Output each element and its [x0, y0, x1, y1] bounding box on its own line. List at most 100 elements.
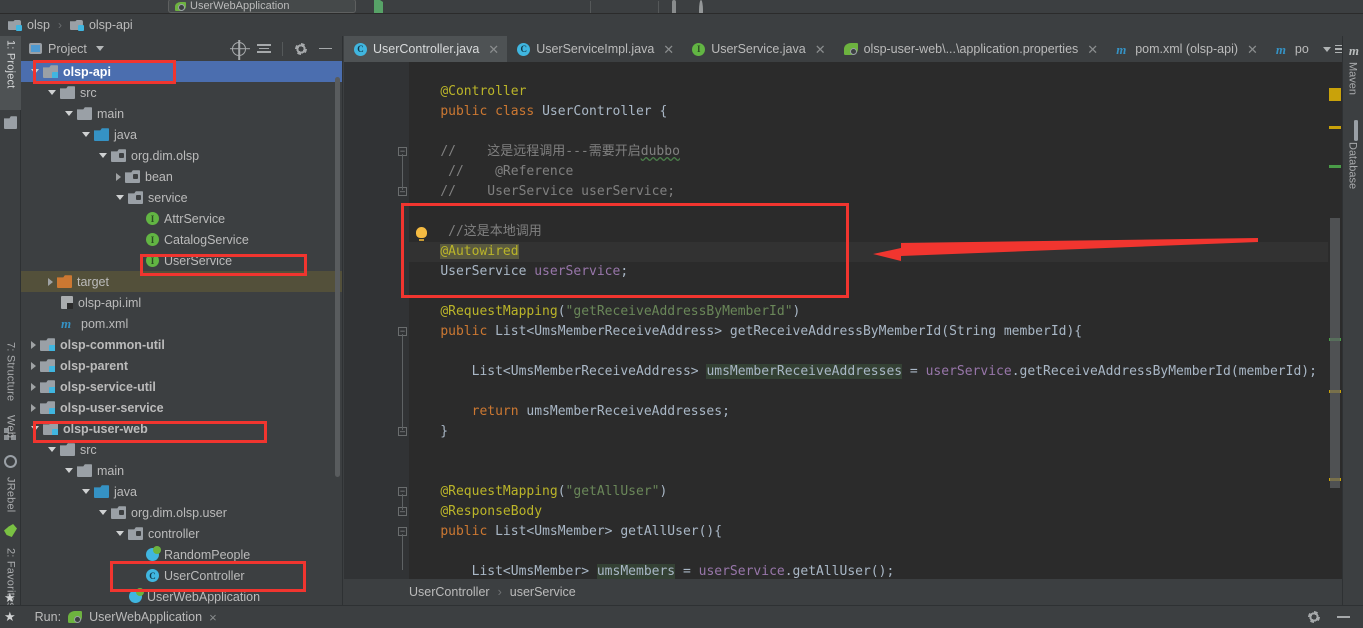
tree-node-olsp-service-util[interactable]: olsp-service-util	[21, 376, 342, 397]
code-line[interactable]: return umsMemberReceiveAddresses;	[409, 402, 730, 422]
tree-node-org-dim-olsp[interactable]: org.dim.olsp	[21, 145, 342, 166]
tree-node-olsp-parent[interactable]: olsp-parent	[21, 355, 342, 376]
expand-toggle-icon[interactable]	[48, 277, 53, 286]
tree-node-catalogservice[interactable]: I CatalogService	[21, 229, 342, 250]
editor-gutter[interactable]	[344, 62, 397, 579]
editor-tab-pom-xml-olsp-api-[interactable]: m pom.xml (olsp-api) ✕	[1106, 36, 1266, 62]
tree-node-pom-xml[interactable]: m pom.xml	[21, 313, 342, 334]
close-tab-icon[interactable]: ✕	[488, 43, 499, 56]
close-tab-icon[interactable]: ✕	[815, 43, 826, 56]
breadcrumb-item-module[interactable]: olsp-api	[70, 18, 133, 32]
sidebar-item-jrebel[interactable]: JRebel	[0, 473, 21, 523]
expand-toggle-icon[interactable]	[31, 382, 36, 391]
attach-debugger-button[interactable]	[482, 2, 496, 13]
expand-toggle-icon[interactable]	[116, 172, 121, 181]
tree-node-randompeople[interactable]: RandomPeople	[21, 544, 342, 565]
stripe-marker-warning[interactable]	[1329, 88, 1341, 101]
code-line[interactable]: List<UmsMember> umsMembers = userService…	[409, 562, 894, 579]
run-config-name[interactable]: UserWebApplication	[89, 610, 202, 624]
expand-toggle-icon[interactable]	[31, 69, 39, 74]
close-tab-icon[interactable]: ✕	[1247, 43, 1258, 56]
debug-button[interactable]	[401, 2, 415, 13]
code-text[interactable]: @Controller public class UserController …	[409, 62, 1342, 579]
tree-node-userwebapplication[interactable]: UserWebApplication	[21, 586, 342, 605]
code-line[interactable]: @RequestMapping("getAllUser")	[409, 482, 667, 502]
update-app-button[interactable]	[509, 2, 523, 13]
code-line[interactable]: @Autowired	[409, 242, 519, 262]
code-line[interactable]: @ResponseBody	[409, 502, 542, 522]
tree-node-attrservice[interactable]: I AttrService	[21, 208, 342, 229]
tree-node-controller[interactable]: controller	[21, 523, 342, 544]
expand-toggle-icon[interactable]	[31, 340, 36, 349]
editor-tab-usercontroller-java[interactable]: C UserController.java ✕	[344, 36, 508, 62]
tree-node-src[interactable]: src	[21, 82, 342, 103]
close-tab-icon[interactable]: ✕	[663, 43, 674, 56]
tree-node-olsp-common-util[interactable]: olsp-common-util	[21, 334, 342, 355]
bookmark-icon[interactable]	[604, 2, 618, 13]
tree-node-bean[interactable]: bean	[21, 166, 342, 187]
expand-toggle-icon[interactable]	[48, 90, 56, 95]
tree-node-main[interactable]: main	[21, 103, 342, 124]
code-line[interactable]: public List<UmsMemberReceiveAddress> get…	[409, 322, 1082, 342]
error-stripe-marker-bar[interactable]	[1328, 88, 1342, 553]
code-line[interactable]: public class UserController {	[409, 102, 667, 122]
tree-node-main[interactable]: main	[21, 460, 342, 481]
tree-node-target[interactable]: target	[21, 271, 342, 292]
breadcrumb-class[interactable]: UserController	[409, 585, 490, 599]
code-line[interactable]: // @Reference	[409, 162, 573, 182]
expand-toggle-icon[interactable]	[65, 468, 73, 473]
tree-node-userservice[interactable]: I UserService	[21, 250, 342, 271]
code-line[interactable]: List<UmsMemberReceiveAddress> umsMemberR…	[409, 362, 1317, 382]
sidebar-item-project[interactable]: 1: Project	[0, 36, 21, 110]
tree-node-service[interactable]: service	[21, 187, 342, 208]
toolwindow-button[interactable]	[563, 2, 577, 13]
editor-tabs-overflow[interactable]: 4	[1317, 36, 1342, 62]
collapse-all-icon[interactable]	[257, 42, 271, 56]
code-line[interactable]: // UserService userService;	[409, 182, 675, 202]
tree-node-org-dim-olsp-user[interactable]: org.dim.olsp.user	[21, 502, 342, 523]
editor-tab-userserviceimpl-java[interactable]: C UserServiceImpl.java ✕	[507, 36, 682, 62]
expand-toggle-icon[interactable]	[116, 531, 124, 536]
code-line[interactable]: UserService userService;	[409, 262, 628, 282]
sidebar-item-database[interactable]: Database	[1342, 138, 1363, 204]
expand-toggle-icon[interactable]	[99, 153, 107, 158]
fold-bar[interactable]	[397, 62, 409, 579]
code-line[interactable]: // 这是远程调用---需要开启dubbo	[409, 142, 680, 162]
tree-node-usercontroller[interactable]: C UserController	[21, 565, 342, 586]
hide-icon[interactable]	[319, 42, 333, 56]
expand-toggle-icon[interactable]	[82, 132, 90, 137]
close-tab-icon[interactable]: ✕	[1087, 43, 1098, 56]
project-tree[interactable]: olsp-api src main java org.dim.olsp bean servi…	[21, 61, 342, 605]
expand-toggle-icon[interactable]	[82, 489, 90, 494]
run-with-coverage-button[interactable]	[428, 2, 442, 13]
expand-toggle-icon[interactable]	[99, 510, 107, 515]
expand-toggle-icon[interactable]	[31, 361, 36, 370]
tree-node-java[interactable]: java	[21, 481, 342, 502]
expand-toggle-icon[interactable]	[31, 403, 36, 412]
rerun-button[interactable]	[455, 2, 469, 13]
expand-toggle-icon[interactable]	[31, 426, 39, 431]
editor-tab-olsp-user-web-application-properties[interactable]: olsp-user-web\...\application.properties…	[834, 36, 1107, 62]
search-icon[interactable]	[699, 0, 713, 13]
tree-node-olsp-api[interactable]: olsp-api	[21, 61, 342, 82]
code-line[interactable]: @Controller	[409, 82, 526, 102]
chevron-down-icon[interactable]	[95, 46, 104, 51]
intention-bulb-icon[interactable]	[416, 227, 427, 241]
editor-tab-userservice-java[interactable]: I UserService.java ✕	[682, 36, 833, 62]
stripe-marker-warning[interactable]	[1329, 126, 1341, 129]
code-editor[interactable]: 1314151617181920212223242526272829303132…	[344, 62, 1342, 579]
expand-toggle-icon[interactable]	[48, 447, 56, 452]
chevron-down-icon[interactable]	[1322, 46, 1331, 52]
editor-scrollbar-thumb[interactable]	[1330, 218, 1340, 488]
gear-icon[interactable]	[294, 41, 308, 56]
scroll-from-source-icon[interactable]	[232, 41, 246, 56]
breadcrumb-item-project[interactable]: olsp	[8, 18, 50, 32]
run-button[interactable]	[374, 0, 388, 13]
expand-toggle-icon[interactable]	[65, 111, 73, 116]
tree-node-olsp-user-web[interactable]: olsp-user-web	[21, 418, 342, 439]
tree-node-src[interactable]: src	[21, 439, 342, 460]
tree-node-olsp-api-iml[interactable]: olsp-api.iml	[21, 292, 342, 313]
tree-node-olsp-user-service[interactable]: olsp-user-service	[21, 397, 342, 418]
code-line[interactable]: public List<UmsMember> getAllUser(){	[409, 522, 722, 542]
code-line[interactable]: //这是本地调用	[409, 222, 542, 242]
